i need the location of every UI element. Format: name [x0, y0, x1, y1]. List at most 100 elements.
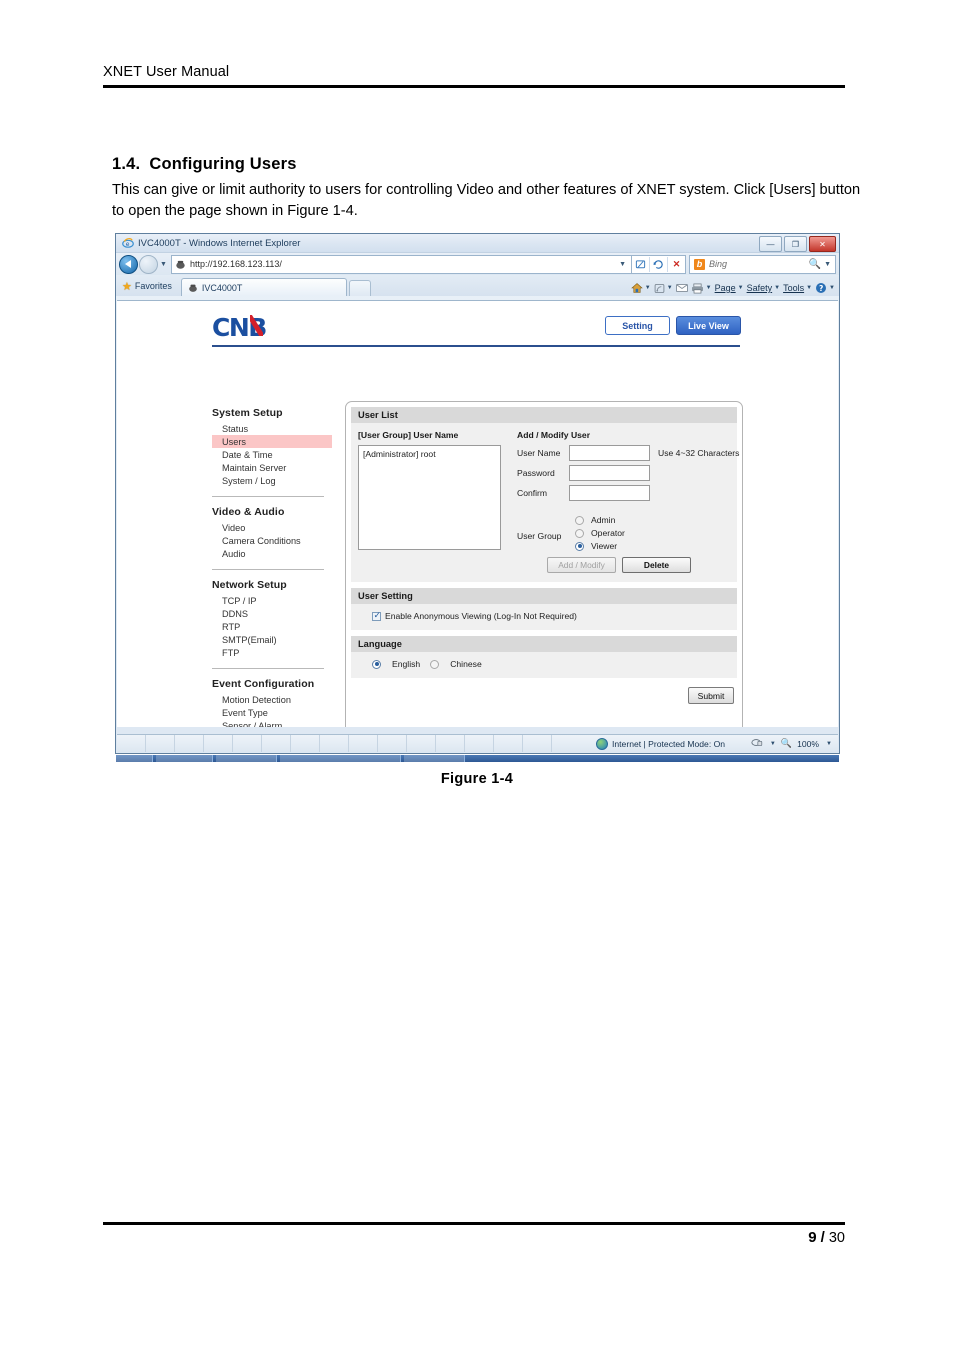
security-zone[interactable]: Internet | Protected Mode: On [596, 737, 725, 750]
sidebar-item-camera-conditions[interactable]: Camera Conditions [212, 534, 332, 547]
tools-menu[interactable]: Tools ▼ [783, 283, 812, 293]
browser-tab[interactable]: IVC4000T [180, 278, 347, 296]
sidebar-item-rtp[interactable]: RTP [212, 620, 332, 633]
add-modify-button[interactable]: Add / Modify [547, 557, 616, 573]
header-title: XNET User Manual [103, 64, 230, 80]
user-name-row: User Name Use 4~32 Characters [517, 445, 739, 461]
delete-button[interactable]: Delete [622, 557, 691, 573]
recent-pages-caret[interactable]: ▼ [158, 261, 169, 268]
new-tab-button[interactable] [348, 280, 371, 296]
sidebar-item-ddns[interactable]: DDNS [212, 607, 332, 620]
zoom-level[interactable]: 100% [797, 739, 819, 749]
header-divider [212, 345, 740, 347]
close-button[interactable]: ✕ [809, 236, 836, 252]
sidebar-item-event-type[interactable]: Event Type [212, 706, 332, 719]
setting-button[interactable]: Setting [605, 316, 670, 335]
radio-admin[interactable]: Admin [575, 515, 625, 525]
feeds-icon[interactable]: ▼ [654, 283, 673, 294]
star-icon: ★ [122, 280, 132, 293]
user-list-header: [User Group] User Name [358, 430, 459, 440]
search-icon[interactable]: 🔍 [809, 259, 821, 270]
search-dropdown-caret[interactable]: ▼ [824, 261, 831, 268]
radio-viewer[interactable]: Viewer [575, 541, 625, 551]
restore-button[interactable]: ❐ [784, 236, 807, 252]
browser-window: e IVC4000T - Windows Internet Explorer —… [115, 233, 840, 754]
sidebar-item-system-log[interactable]: System / Log [212, 474, 332, 487]
back-button-icon[interactable] [119, 254, 138, 274]
live-view-button[interactable]: Live View [676, 316, 741, 335]
sidebar-group-network-setup: Network Setup TCP / IP DDNS RTP SMTP(Ema… [212, 579, 332, 659]
sidebar-item-ftp[interactable]: FTP [212, 646, 332, 659]
sidebar-item-audio[interactable]: Audio [212, 547, 332, 560]
stop-icon[interactable]: ✕ [668, 257, 685, 272]
submit-button[interactable]: Submit [688, 687, 734, 704]
sidebar-item-status[interactable]: Status [212, 422, 332, 435]
globe-icon [596, 737, 608, 750]
cnb-logo-accent [250, 315, 263, 336]
sidebar-item-smtp-email[interactable]: SMTP(Email) [212, 633, 332, 646]
compatibility-view-icon[interactable] [632, 256, 650, 272]
privacy-caret[interactable]: ▼ [770, 741, 776, 747]
anonymous-viewing-checkbox[interactable] [372, 610, 381, 621]
sidebar-item-motion-detection[interactable]: Motion Detection [212, 693, 332, 706]
sidebar-item-users[interactable]: Users [212, 435, 332, 448]
help-icon[interactable]: ? ▼ [815, 282, 835, 294]
refresh-icon[interactable] [650, 256, 668, 272]
address-url-text: http://192.168.123.113/ [190, 259, 282, 269]
password-input[interactable] [569, 465, 650, 481]
sidebar-item-tcp-ip[interactable]: TCP / IP [212, 594, 332, 607]
footer-rule [103, 1222, 845, 1225]
mail-icon[interactable] [675, 283, 688, 293]
confirm-input[interactable] [569, 485, 650, 501]
user-list-column: [User Group] User Name [Administrator] r… [358, 430, 501, 573]
user-action-buttons: Add / Modify Delete [547, 557, 739, 573]
user-group-radios: Admin Operator Viewer [569, 515, 625, 551]
sidebar-group-title: System Setup [212, 407, 283, 419]
radio-admin-icon[interactable] [575, 515, 584, 525]
bing-logo-icon: b [694, 258, 705, 270]
windows-taskbar-sliver [116, 755, 839, 762]
sidebar-group-title: Video & Audio [212, 506, 285, 518]
password-label: Password [517, 468, 555, 478]
section-number: 1.4. [112, 155, 141, 173]
zoom-icon[interactable]: 🔍 [781, 738, 792, 749]
user-setting-section: Enable Anonymous Viewing (Log-In Not Req… [351, 604, 737, 630]
user-list-section-title: User List [351, 407, 737, 423]
minimize-button[interactable]: — [759, 236, 782, 252]
window-title: IVC4000T - Windows Internet Explorer [138, 238, 301, 249]
radio-chinese-label: Chinese [450, 659, 482, 669]
address-bar[interactable]: http://192.168.123.113/ ▼ [171, 254, 632, 274]
add-modify-user-header: Add / Modify User [517, 430, 591, 440]
user-name-input[interactable] [569, 445, 650, 461]
web-ui-header: CNB Setting Live View [117, 301, 838, 349]
sidebar-item-video[interactable]: Video [212, 521, 332, 534]
device-web-ui: CNB Setting Live View System Setup Statu… [117, 301, 838, 727]
document-header: XNET User Manual [103, 64, 845, 88]
home-icon[interactable]: ▼ [630, 282, 651, 294]
page-menu[interactable]: Page ▼ [715, 283, 744, 293]
print-icon[interactable]: ▼ [691, 283, 712, 294]
favorites-button[interactable]: ★ Favorites [119, 278, 179, 294]
radio-viewer-icon[interactable] [575, 541, 584, 551]
user-list-box[interactable]: [Administrator] root [358, 445, 501, 550]
sidebar-divider [212, 569, 324, 570]
status-cells [117, 735, 552, 752]
list-item[interactable]: [Administrator] root [363, 449, 496, 459]
tab-label: IVC4000T [201, 282, 243, 293]
sidebar-item-maintain-server[interactable]: Maintain Server [212, 461, 332, 474]
browser-title-bar: e IVC4000T - Windows Internet Explorer —… [116, 234, 839, 253]
sidebar-item-sensor-alarm[interactable]: Sensor / Alarm [212, 719, 332, 728]
anonymous-viewing-row[interactable]: Enable Anonymous Viewing (Log-In Not Req… [358, 610, 730, 621]
search-box[interactable]: b Bing 🔍 ▼ [689, 254, 836, 274]
address-dropdown-caret[interactable]: ▼ [619, 261, 626, 268]
zoom-caret[interactable]: ▼ [826, 741, 832, 747]
forward-button-icon[interactable] [139, 254, 158, 274]
radio-chinese-icon[interactable] [430, 659, 440, 669]
sidebar-item-date-time[interactable]: Date & Time [212, 448, 332, 461]
radio-operator[interactable]: Operator [575, 528, 625, 538]
privacy-icon[interactable] [751, 737, 763, 750]
radio-operator-icon[interactable] [575, 528, 584, 538]
radio-english-icon[interactable] [372, 659, 381, 669]
search-placeholder-text: Bing [709, 259, 728, 269]
safety-menu[interactable]: Safety ▼ [747, 283, 780, 293]
